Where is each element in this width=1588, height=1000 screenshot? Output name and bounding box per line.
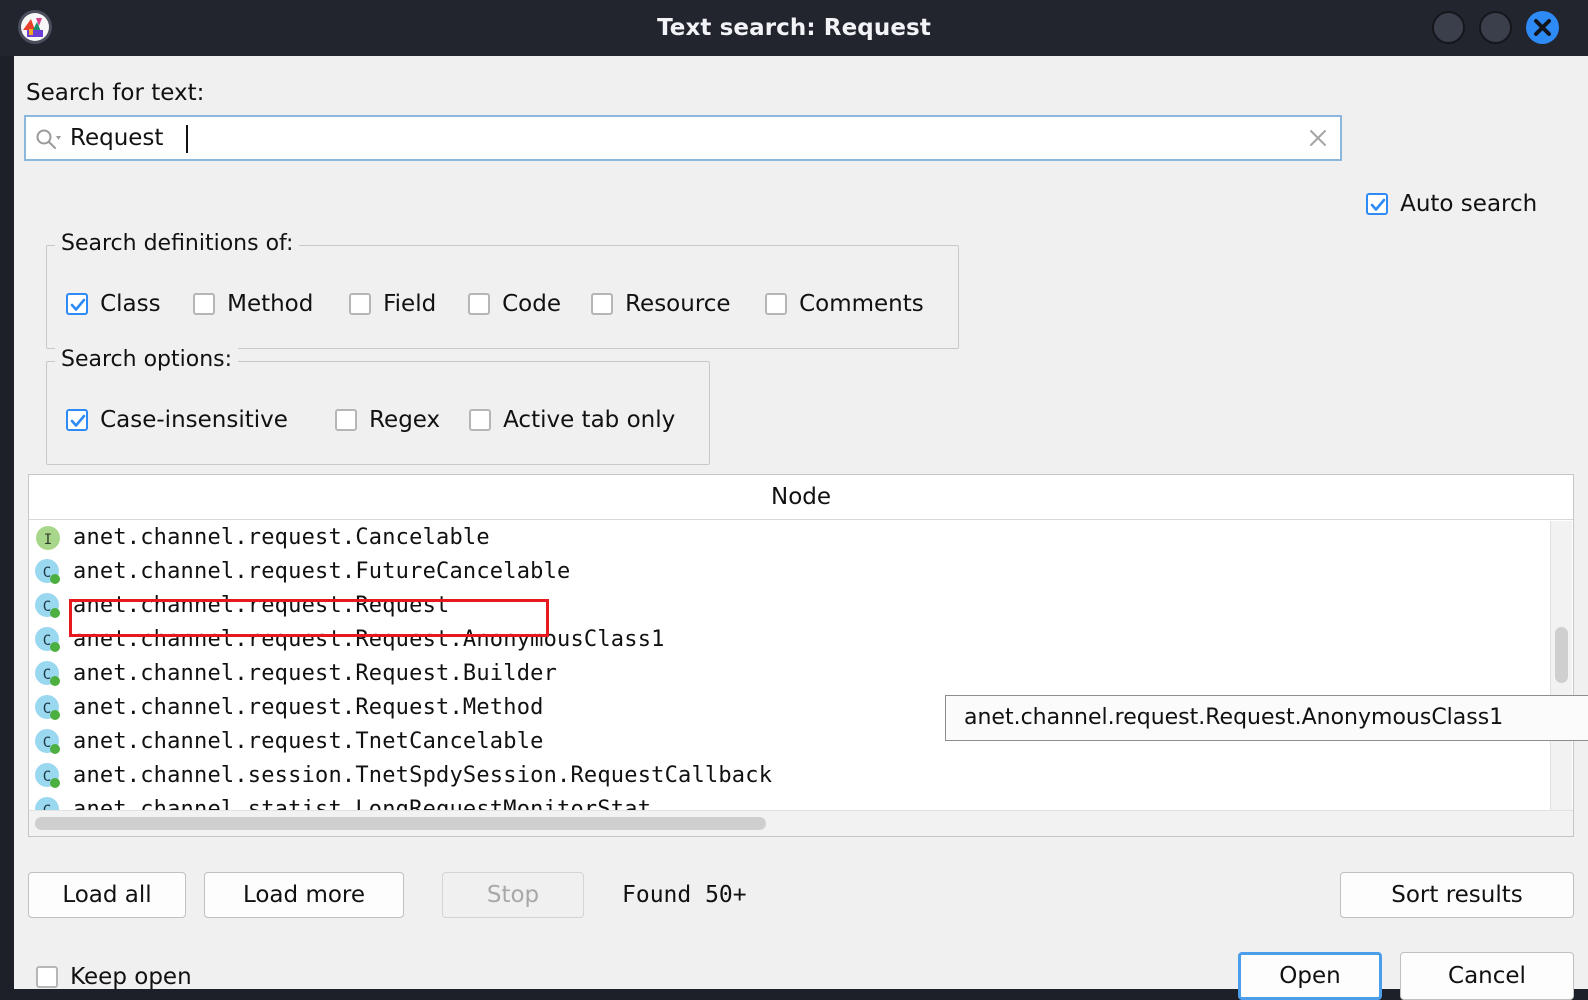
vertical-scrollbar-thumb[interactable]	[1555, 627, 1568, 683]
close-icon	[1534, 19, 1551, 36]
load-more-button[interactable]: Load more	[204, 872, 404, 918]
checkbox-method[interactable]: Method	[193, 291, 313, 317]
checkbox-code[interactable]: Code	[468, 291, 561, 317]
checkbox-active-tab-only-label: Active tab only	[503, 407, 676, 433]
checkbox-checked-icon[interactable]	[66, 409, 88, 431]
checkbox-comments-label: Comments	[799, 291, 924, 317]
table-row[interactable]: I anet.channel.request.Cancelable	[29, 521, 1573, 555]
checkbox-method-label: Method	[227, 291, 314, 317]
svg-text:C: C	[43, 769, 51, 785]
table-row-label: anet.channel.request.Request	[73, 593, 450, 618]
svg-text:I: I	[44, 532, 52, 548]
auto-search-checkbox[interactable]: Auto search	[1366, 191, 1537, 217]
checkbox-unchecked-icon[interactable]	[193, 293, 215, 315]
horizontal-scrollbar[interactable]	[29, 810, 1573, 836]
open-button[interactable]: Open	[1238, 952, 1382, 1000]
svg-text:C: C	[43, 701, 51, 717]
interface-icon: I	[34, 524, 62, 552]
class-icon: C	[34, 694, 62, 722]
checkbox-regex-label: Regex	[369, 407, 441, 433]
checkbox-field[interactable]: Field	[349, 291, 436, 317]
checkbox-resource[interactable]: Resource	[591, 291, 731, 317]
search-dialog-window: Text search: Request Search for text: Re…	[0, 0, 1588, 1000]
table-row-label: anet.channel.request.Request.Builder	[73, 661, 558, 686]
checkbox-unchecked-icon[interactable]	[335, 409, 357, 431]
search-label: Search for text:	[26, 80, 205, 106]
stop-button: Stop	[442, 872, 584, 918]
table-row-label: anet.channel.request.Cancelable	[73, 525, 490, 550]
table-row[interactable]: C anet.channel.session.TnetSpdySession.R…	[29, 759, 1573, 793]
checkbox-unchecked-icon[interactable]	[468, 293, 490, 315]
checkbox-class[interactable]: Class	[66, 291, 161, 317]
text-caret	[186, 125, 188, 153]
auto-search-label: Auto search	[1400, 191, 1538, 217]
checkbox-active-tab-only[interactable]: Active tab only	[469, 407, 675, 433]
class-icon: C	[34, 728, 62, 756]
checkbox-unchecked-icon[interactable]	[591, 293, 613, 315]
class-icon: C	[34, 626, 62, 654]
checkbox-comments[interactable]: Comments	[765, 291, 924, 317]
svg-text:C: C	[43, 667, 51, 683]
checkbox-code-label: Code	[502, 291, 561, 317]
keep-open-checkbox[interactable]: Keep open	[36, 964, 192, 990]
search-definitions-title: Search definitions of:	[55, 231, 300, 256]
search-icon[interactable]	[34, 127, 62, 151]
cancel-button[interactable]: Cancel	[1400, 952, 1574, 1000]
class-icon: C	[34, 660, 62, 688]
table-row[interactable]: C anet.channel.request.Request.Builder	[29, 657, 1573, 691]
table-row-label: anet.channel.request.Request.Method	[73, 695, 544, 720]
svg-text:C: C	[43, 735, 51, 751]
table-row-label: anet.channel.request.Request.AnonymousCl…	[73, 627, 665, 652]
load-all-button[interactable]: Load all	[28, 872, 186, 918]
checkbox-case-insensitive-label: Case-insensitive	[100, 407, 288, 433]
clear-icon[interactable]	[1308, 128, 1328, 148]
checkbox-class-label: Class	[100, 291, 161, 317]
minimize-button[interactable]	[1432, 11, 1465, 44]
results-column-header[interactable]: Node	[29, 475, 1573, 520]
row-tooltip: anet.channel.request.Request.AnonymousCl…	[945, 695, 1588, 741]
results-rows: I anet.channel.request.Cancelable C anet…	[29, 521, 1573, 822]
checkbox-field-label: Field	[383, 291, 437, 317]
table-row[interactable]: C anet.channel.request.Request.Anonymous…	[29, 623, 1573, 657]
maximize-button[interactable]	[1479, 11, 1512, 44]
table-row-label: anet.channel.request.FutureCancelable	[73, 559, 571, 584]
table-row[interactable]: C anet.channel.request.Request	[29, 589, 1573, 623]
vertical-scrollbar[interactable]	[1550, 521, 1572, 810]
search-input[interactable]: Request	[24, 115, 1342, 161]
search-input-value: Request	[70, 125, 164, 151]
close-button[interactable]	[1526, 11, 1559, 44]
found-count-label: Found 50+	[622, 882, 747, 908]
search-definitions-group: Search definitions of: Class Method Fiel…	[46, 231, 959, 349]
keep-open-label: Keep open	[70, 964, 192, 990]
checkbox-checked-icon[interactable]	[66, 293, 88, 315]
search-options-group: Search options: Case-insensitive Regex A…	[46, 347, 710, 465]
class-icon: C	[34, 558, 62, 586]
svg-text:C: C	[43, 565, 51, 581]
checkbox-unchecked-icon[interactable]	[36, 966, 58, 988]
table-row-label: anet.channel.request.TnetCancelable	[73, 729, 544, 754]
checkbox-checked-icon[interactable]	[1366, 193, 1388, 215]
horizontal-scrollbar-thumb[interactable]	[35, 817, 766, 830]
checkbox-regex[interactable]: Regex	[335, 407, 440, 433]
checkbox-resource-label: Resource	[625, 291, 731, 317]
svg-text:C: C	[43, 599, 51, 615]
checkbox-unchecked-icon[interactable]	[349, 293, 371, 315]
table-row[interactable]: C anet.channel.request.FutureCancelable	[29, 555, 1573, 589]
class-icon: C	[34, 592, 62, 620]
window-title: Text search: Request	[657, 15, 931, 41]
search-options-title: Search options:	[55, 347, 239, 372]
title-bar: Text search: Request	[0, 0, 1588, 56]
dialog-body: Search for text: Request Auto search Sea…	[14, 56, 1588, 1000]
class-icon: C	[34, 762, 62, 790]
svg-text:C: C	[43, 633, 51, 649]
results-list[interactable]: Node I anet.channel.request.Cancelable C…	[28, 474, 1574, 837]
checkbox-case-insensitive[interactable]: Case-insensitive	[66, 407, 288, 433]
table-row-label: anet.channel.session.TnetSpdySession.Req…	[73, 763, 773, 788]
sort-results-button[interactable]: Sort results	[1340, 872, 1574, 918]
checkbox-unchecked-icon[interactable]	[469, 409, 491, 431]
checkbox-unchecked-icon[interactable]	[765, 293, 787, 315]
